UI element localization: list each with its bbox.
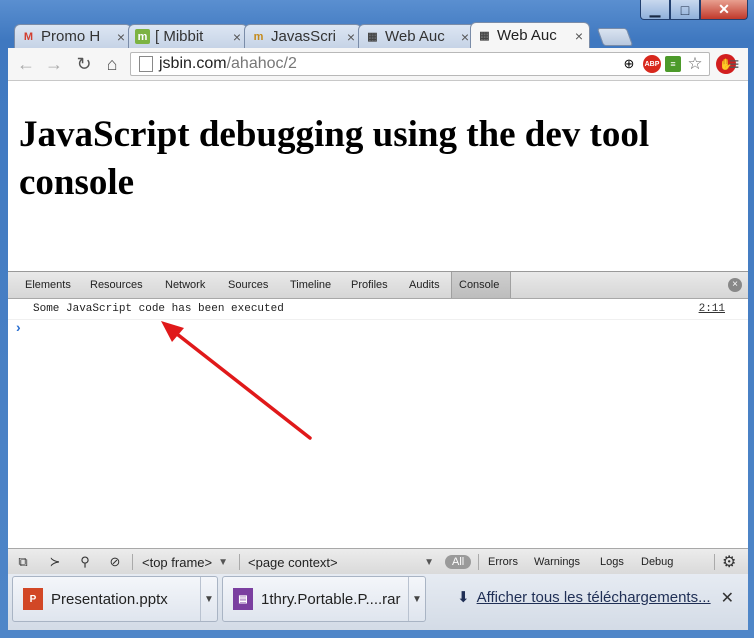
search-icon[interactable]: ⚲ [74,549,96,575]
statusbar-divider [714,554,715,570]
winrar-archive-icon: ▤ [233,588,253,610]
tab-elements[interactable]: Elements [18,272,78,298]
tab-strip: M Promo H × m [ Mibbit × m JavasScri × ▦… [14,22,734,48]
devtools-statusbar: ⧉ ≻ ⚲ ⊘ <top frame> ▼ <page context> ▼ A… [8,548,748,576]
tab-close-icon[interactable]: × [233,29,241,45]
filter-all-label: All [445,555,472,569]
tab-close-icon[interactable]: × [347,29,355,45]
page-heading: JavaScript debugging using the dev tool … [19,114,650,203]
web-page: JavaScript debugging using the dev tool … [8,81,748,271]
filter-debug[interactable]: Debug [641,549,673,575]
rss-icon[interactable]: ≡ [665,56,681,72]
chevron-down-icon[interactable]: ▼ [408,577,425,621]
tab-close-icon[interactable]: × [461,29,469,45]
show-all-downloads-label: Afficher tous les téléchargements... [476,588,711,606]
tab-label: [ Mibbit [155,28,204,45]
adblock-icon[interactable]: ABP [643,55,661,73]
download-arrow-icon: ⬇ [457,589,470,606]
download-item-presentation[interactable]: P Presentation.pptx ▼ [12,576,218,622]
annotation-arrow-shaft [166,325,312,440]
filter-logs[interactable]: Logs [600,549,624,575]
statusbar-divider [478,554,479,570]
close-download-shelf-icon[interactable]: ✕ [721,588,734,608]
minimize-button[interactable]: ▁ [640,0,670,20]
reload-button[interactable]: ↻ [72,52,96,76]
mibbit-icon: m [135,29,150,44]
chevron-down-icon: ▼ [424,556,434,568]
context-select-value: <page context> [248,554,338,570]
forward-button[interactable]: → [42,52,66,76]
dock-icon[interactable]: ⧉ [12,549,34,575]
statusbar-divider [132,554,133,570]
tab-audits[interactable]: Audits [402,272,447,298]
zoom-icon[interactable]: ⊕ [619,54,639,74]
page-icon [139,56,153,72]
frame-select-value: <top frame> [142,554,213,570]
chrome-menu-button[interactable]: ≡ [724,52,744,76]
browser-client: ← → ↻ ⌂ jsbin.com/ahahoc/2 ⊕ ABP ≡ ☆ ✋ ≡… [8,48,748,630]
statusbar-divider [239,554,240,570]
browser-toolbar: ← → ↻ ⌂ jsbin.com/ahahoc/2 ⊕ ABP ≡ ☆ ✋ [8,48,748,81]
browser-window: ▁ □ ✕ M Promo H × m [ Mibbit × m JavasSc… [0,0,754,638]
drawer-icon[interactable]: ≻ [44,549,66,575]
console-output[interactable]: Some JavaScript code has been executed 2… [8,299,748,547]
tab-promo[interactable]: M Promo H × [14,24,132,48]
tab-mibbit[interactable]: m [ Mibbit × [128,24,248,48]
filter-warnings[interactable]: Warnings [534,549,580,575]
download-item-rar[interactable]: ▤ 1thry.Portable.P....rar ▼ [222,576,426,622]
star-icon[interactable]: ☆ [685,54,705,74]
film-icon: ▦ [367,31,378,43]
tab-label: Web Auc [497,27,557,44]
clear-console-icon[interactable]: ⊘ [104,549,126,575]
gmail-icon: M [23,30,34,43]
tab-profiles[interactable]: Profiles [344,272,395,298]
new-tab-button[interactable] [596,28,634,46]
download-shelf: P Presentation.pptx ▼ ▤ 1thry.Portable.P… [8,574,748,630]
devtools-panel: Elements Resources Network Sources Timel… [8,271,748,630]
tab-web-audio-1[interactable]: ▦ Web Auc × [358,24,476,48]
url-host: jsbin.com [159,55,227,72]
url-text[interactable]: jsbin.com/ahahoc/2 [159,55,297,73]
window-controls: ▁ □ ✕ [640,0,748,22]
home-button[interactable]: ⌂ [100,52,124,76]
tab-label: Web Auc [385,28,445,45]
devtools-tabbar: Elements Resources Network Sources Timel… [8,272,748,299]
download-filename: 1thry.Portable.P....rar [261,590,401,608]
mdn-icon: m [253,30,264,43]
powerpoint-file-icon: P [23,588,43,610]
show-all-downloads-link[interactable]: ⬇ Afficher tous les téléchargements... [457,588,711,607]
frame-select[interactable]: <top frame> ▼ [142,549,228,575]
chevron-down-icon: ▼ [218,556,229,568]
tab-network[interactable]: Network [158,272,212,298]
tab-javascript[interactable]: m JavasScri × [244,24,362,48]
close-window-button[interactable]: ✕ [700,0,748,20]
download-filename: Presentation.pptx [51,590,168,608]
tab-close-icon[interactable]: × [117,29,125,45]
address-bar-icons: ⊕ ABP ≡ ☆ [619,54,705,74]
tab-label: Promo H [41,28,101,45]
film-icon: ▦ [479,30,490,42]
close-devtools-icon[interactable]: × [728,278,742,292]
tab-sources[interactable]: Sources [221,272,275,298]
tab-label: JavasScri [271,28,337,45]
annotation-arrow [161,321,312,440]
tab-console[interactable]: Console [451,272,511,298]
address-bar[interactable]: jsbin.com/ahahoc/2 ⊕ ABP ≡ ☆ [130,52,710,76]
chevron-down-icon[interactable]: ▼ [200,577,217,621]
gear-icon[interactable]: ⚙ [722,549,736,575]
tab-web-audio-active[interactable]: ▦ Web Auc × [470,22,590,48]
filter-errors[interactable]: Errors [488,549,518,575]
maximize-button[interactable]: □ [670,0,700,20]
filter-all[interactable]: All [445,549,472,575]
tab-close-icon[interactable]: × [575,28,583,44]
tab-resources[interactable]: Resources [83,272,150,298]
url-path: /ahahoc/2 [226,55,297,72]
context-select[interactable]: <page context> ▼ [248,549,434,575]
back-button[interactable]: ← [14,52,38,76]
tab-timeline[interactable]: Timeline [283,272,338,298]
